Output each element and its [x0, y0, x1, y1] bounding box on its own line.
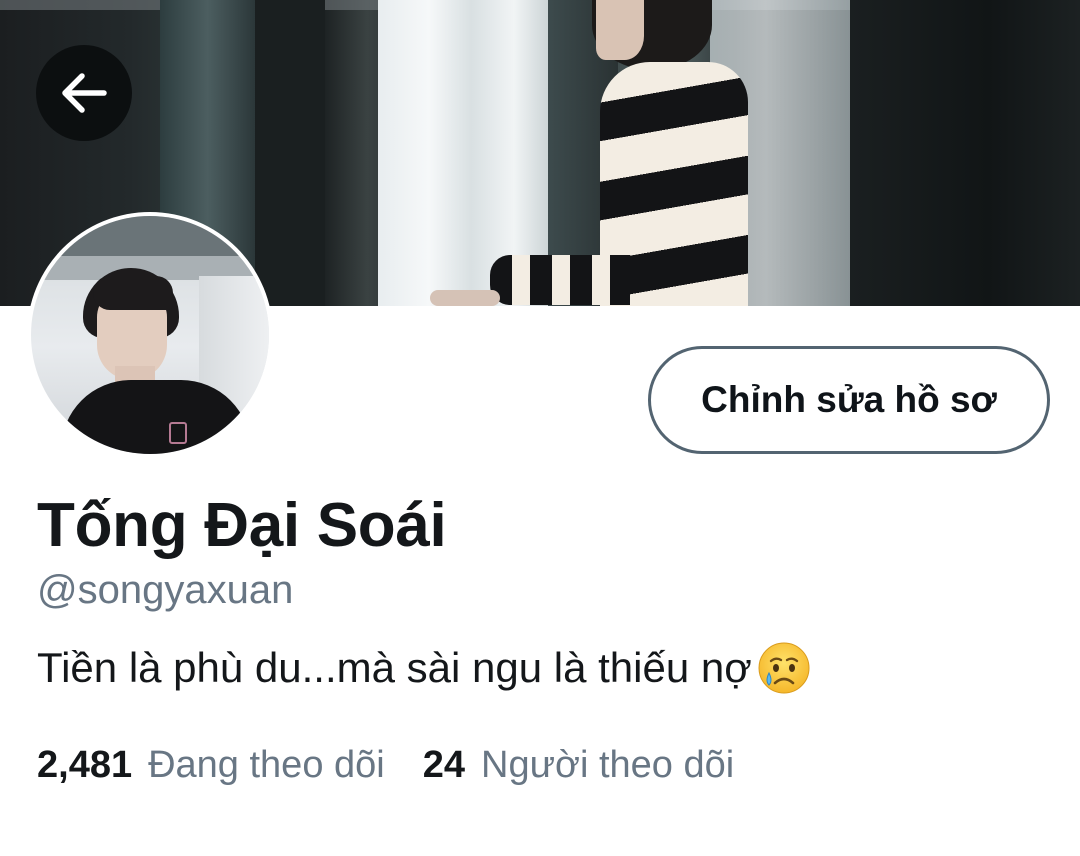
avatar-photo — [31, 216, 269, 454]
back-button[interactable] — [36, 45, 132, 141]
avatar[interactable] — [27, 212, 273, 458]
avatar-bg-wall — [31, 216, 269, 256]
avatar-shirt-print — [169, 422, 187, 444]
profile-stats: 2,481 Đang theo dõi 24 Người theo dõi — [37, 744, 734, 787]
arrow-left-icon — [62, 73, 107, 113]
following-count: 2,481 — [37, 744, 133, 786]
followers-label: Người theo dõi — [481, 744, 735, 786]
followers-link[interactable]: 24 Người theo dõi — [423, 744, 734, 787]
display-name: Tống Đại Soái — [37, 491, 447, 560]
banner-curtain — [850, 0, 1080, 306]
profile-bio: Tiền là phù du...mà sài ngu là thiếu nợ — [37, 640, 812, 696]
following-link[interactable]: 2,481 Đang theo dõi — [37, 744, 385, 787]
banner-person-hand — [430, 290, 500, 306]
banner-person-arm — [490, 255, 630, 305]
banner-person-face — [596, 0, 644, 60]
edit-profile-button[interactable]: Chỉnh sửa hồ sơ — [648, 346, 1050, 454]
crying-face-emoji-icon — [758, 642, 810, 694]
avatar-fringe — [93, 276, 173, 310]
following-label: Đang theo dõi — [148, 744, 385, 786]
user-handle: @songyaxuan — [37, 568, 294, 612]
followers-count: 24 — [422, 744, 466, 786]
bio-text: Tiền là phù du...mà sài ngu là thiếu nợ — [37, 644, 752, 691]
